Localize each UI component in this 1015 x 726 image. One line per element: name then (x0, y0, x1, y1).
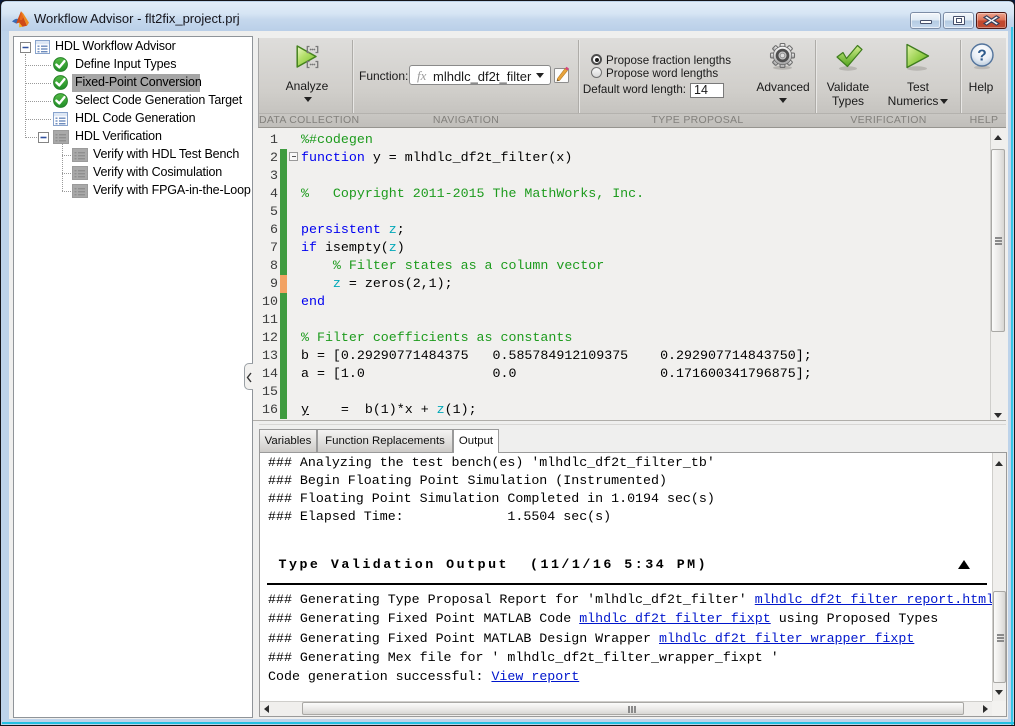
svg-text:?: ? (977, 48, 986, 65)
